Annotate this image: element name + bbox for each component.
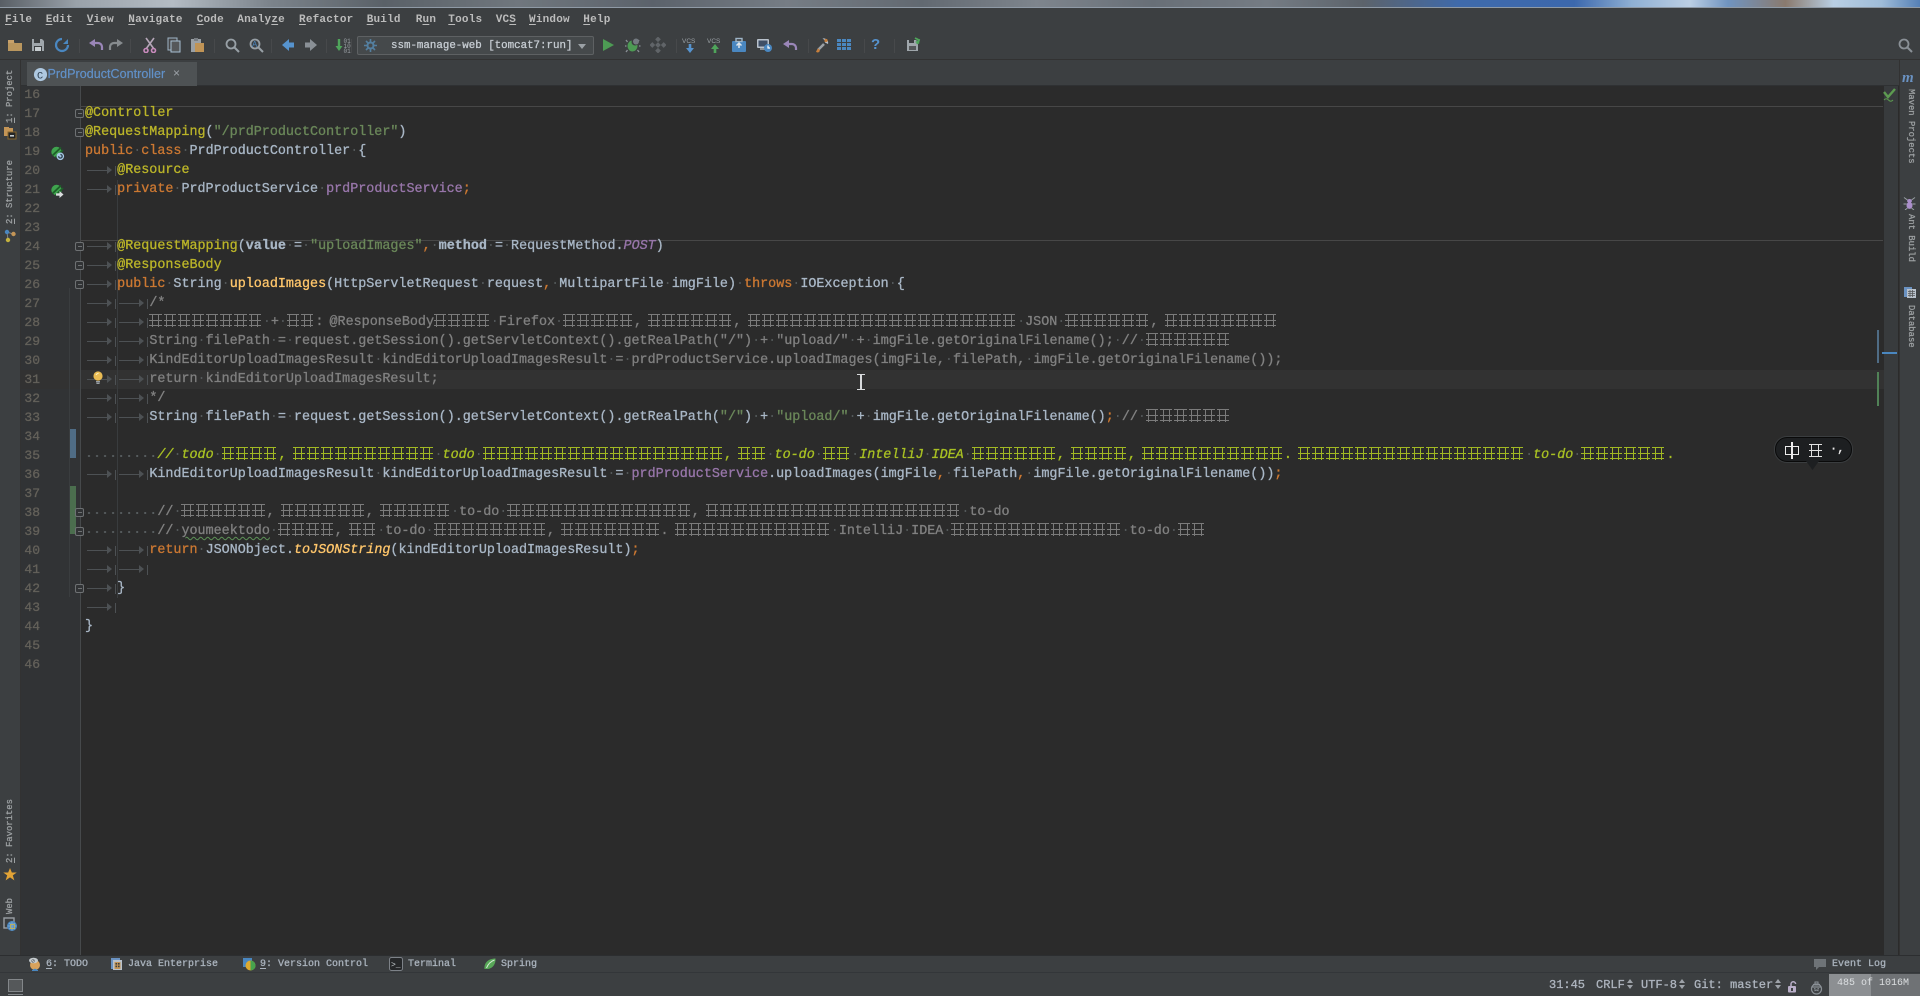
svg-text:⊘: ⊘ [31,959,35,965]
svg-text:VCS: VCS [707,38,721,45]
svg-text:01: 01 [344,48,352,53]
svg-text:VCS: VCS [682,38,696,45]
svg-text:C: C [37,70,43,82]
svg-text:A: A [252,40,258,49]
svg-text:>_: >_ [391,961,401,970]
